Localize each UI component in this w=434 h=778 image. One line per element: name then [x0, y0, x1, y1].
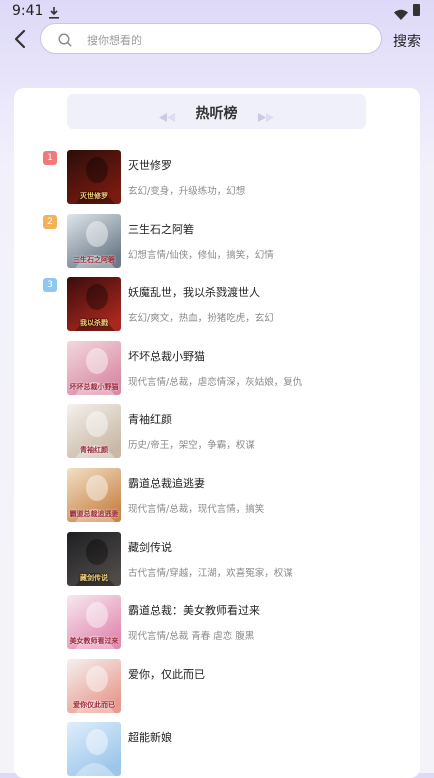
book-list-item[interactable]: 霸道总裁追逃妻 霸道总裁追逃妻 现代言情/总裁，现代言情，搞笑 [14, 468, 420, 524]
book-title: 三生石之阿箬 [128, 222, 194, 236]
book-tags: 现代言情/总裁，虐恋情深，灰姑娘，复仇 [128, 376, 303, 388]
book-list-item[interactable]: 青袖红颜 青袖红颜 历史/帝王，架空，争霸，权谋 [14, 404, 420, 460]
book-title: 青袖红颜 [128, 413, 172, 427]
book-cover[interactable] [67, 722, 121, 777]
book-cover-title: 藏剑传说 [80, 573, 108, 582]
book-cover[interactable]: 坏坏总裁小野猫 [67, 340, 121, 395]
chevron-left-icon [14, 29, 26, 49]
book-cover[interactable]: 灭世修罗 [67, 150, 121, 204]
book-tags: 历史/帝王，架空，争霸，权谋 [128, 440, 255, 452]
book-tags: 古代言情/穿越，江湖，欢喜冤家，权谋 [128, 567, 293, 579]
search-bar[interactable] [40, 23, 382, 54]
book-cover-title: 爱你仅此而已 [73, 700, 115, 709]
ranking-card: 热听榜 1 灭世修罗 灭世修罗 玄幻/变身，升级练功，幻想 2 三生石之阿箬 三生石之阿箬幻… [14, 88, 420, 778]
book-title: 霸道总裁追逃妻 [128, 477, 205, 490]
battery-icon [413, 4, 420, 16]
book-title: 灭世修罗 [128, 159, 172, 172]
book-title: 妖魔乱世，我以杀戮渡世人 [128, 286, 260, 300]
book-tags: 现代言情/总裁 青春 虐恋 腹黑 [128, 631, 255, 643]
status-time: 9:41 [12, 3, 44, 19]
book-cover[interactable]: 我以杀戮 [67, 277, 121, 332]
search-icon [58, 32, 72, 51]
rank-badge: 1 [43, 151, 57, 165]
book-list-item[interactable]: 1 灭世修罗 灭世修罗 玄幻/变身，升级练功，幻想 [14, 150, 420, 206]
book-title: 爱你，仅此而已 [128, 667, 205, 681]
book-title: 坏坏总裁小野猫 [128, 349, 205, 363]
book-cover[interactable]: 爱你仅此而已 [67, 658, 121, 713]
book-cover-title: 霸道总裁追逃妻 [69, 510, 119, 518]
book-cover[interactable]: 美女教师看过来 [67, 595, 121, 650]
wifi-icon [394, 5, 408, 24]
book-list-item[interactable]: 爱你仅此而已 爱你，仅此而已 [14, 658, 420, 715]
status-bar: 9:41 [0, 0, 434, 24]
book-cover-title: 坏坏总裁小野猫 [69, 382, 119, 391]
book-cover[interactable]: 藏剑传说 [67, 531, 121, 586]
book-title: 藏剑传说 [128, 540, 172, 554]
book-list-item[interactable]: 超能新娘 [14, 722, 420, 778]
search-input[interactable] [85, 29, 369, 51]
book-cover-title: 我以杀戮 [80, 319, 108, 328]
book-list-item[interactable]: 坏坏总裁小野猫 坏坏总裁小野猫 现代言情/总裁，虐恋情深，灰姑娘，复仇 [14, 340, 420, 397]
book-list-item[interactable]: 3 我以杀戮 妖魔乱世，我以杀戮渡世人玄幻/爽文，热血，扮猪吃虎，玄幻 [14, 277, 420, 333]
book-cover-title: 灭世修罗 [80, 192, 108, 200]
double-arrow-right-icon [258, 107, 274, 126]
book-cover[interactable]: 三生石之阿箬 [67, 213, 121, 268]
book-list-item[interactable]: 2 三生石之阿箬 三生石之阿箬 幻想言情/仙侠，修仙，搞笑，幻情 [14, 213, 420, 270]
book-list-item[interactable]: 美女教师看过来 霸道总裁：美女教师看过来 现代言情/总裁 青春 虐恋 腹黑 [14, 595, 420, 651]
book-cover-title: 美女教师看过来 [69, 637, 119, 646]
book-cover[interactable]: 霸道总裁追逃妻 [67, 468, 121, 522]
ranking-title: 热听榜 [195, 106, 238, 122]
book-tags: 幻想言情/仙侠，修仙，搞笑，幻情 [128, 249, 274, 261]
ranking-banner: 热听榜 [67, 94, 366, 129]
book-list-item[interactable]: 藏剑传说 藏剑传说 古代言情/穿越，江湖，欢喜冤家，权谋 [14, 531, 420, 588]
search-button[interactable]: 搜索 [393, 31, 421, 51]
book-tags: 玄幻/爽文，热血，扮猪吃虎，玄幻 [128, 313, 274, 325]
back-button[interactable] [10, 28, 32, 50]
rank-badge: 2 [43, 214, 57, 229]
book-cover-title: 青袖红颜 [80, 446, 108, 455]
book-cover-title: 三生石之阿箬 [73, 255, 115, 264]
book-tags: 玄幻/变身，升级练功，幻想 [128, 186, 246, 197]
book-tags: 现代言情/总裁，现代言情，搞笑 [128, 504, 265, 515]
book-title: 超能新娘 [128, 731, 172, 745]
download-icon [48, 4, 60, 23]
book-cover[interactable]: 青袖红颜 [67, 404, 121, 459]
book-title: 霸道总裁：美女教师看过来 [128, 604, 260, 618]
rank-badge: 3 [43, 278, 57, 293]
